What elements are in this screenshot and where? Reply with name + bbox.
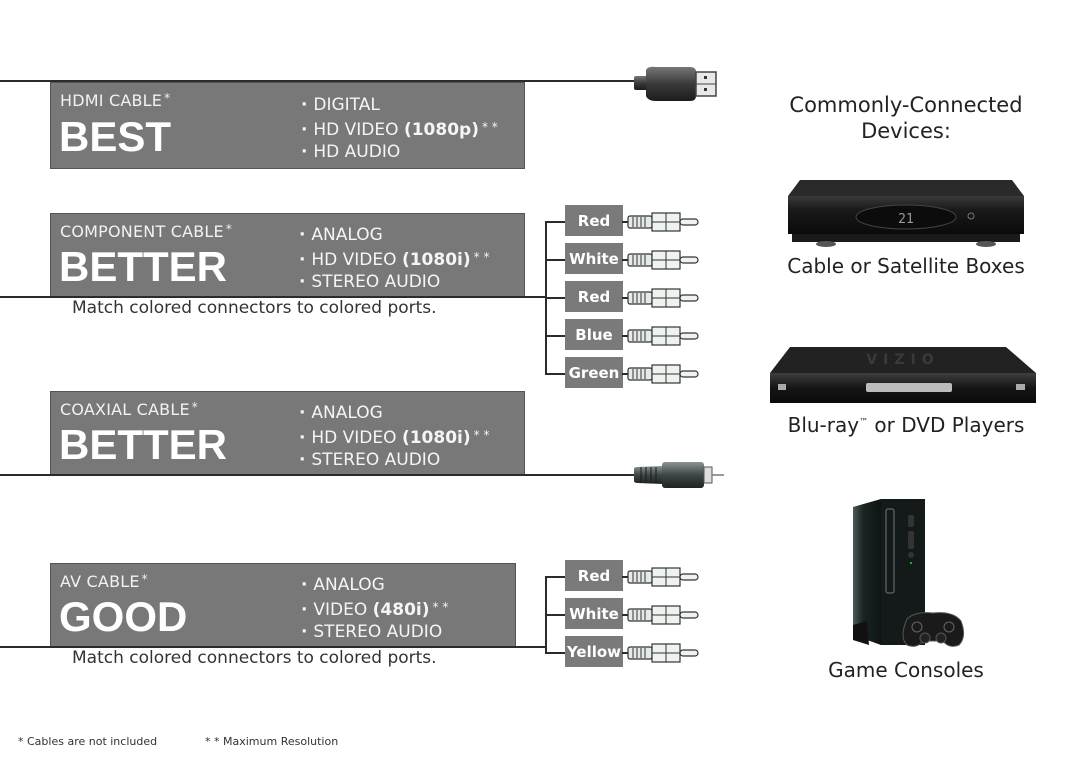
plug-color-label: White	[565, 243, 623, 276]
footnote-resolution: * * Maximum Resolution	[205, 735, 339, 748]
feature-item: STEREO AUDIO	[301, 621, 448, 643]
feature-item: HD AUDIO	[301, 141, 498, 163]
plug-branch-line	[545, 297, 567, 299]
cable-name: COAXIAL CABLE *	[60, 400, 198, 419]
cable-box-display: 21	[898, 212, 914, 227]
feature-list: ANALOG VIDEO (480i)* * STEREO AUDIO	[301, 574, 448, 643]
plug-color-label: Red	[565, 560, 623, 593]
feature-item: HD VIDEO (1080p)* *	[301, 116, 497, 141]
bluray-player-icon: VIZIO	[770, 347, 1036, 403]
coaxial-cable-line	[0, 474, 640, 476]
feature-item: ANALOG	[299, 402, 489, 424]
cable-name: AV CABLE *	[60, 572, 148, 591]
feature-list: DIGITAL HD VIDEO (1080p)* * HD AUDIO	[301, 94, 498, 163]
devices-title: Commonly-Connected Devices:	[756, 92, 1056, 144]
device-label-game-console: Game Consoles	[828, 658, 984, 682]
bluray-brand: VIZIO	[866, 352, 939, 368]
av-note: Match colored connectors to colored port…	[72, 648, 437, 668]
footnote-cables: * Cables are not included	[18, 735, 158, 748]
rca-plug-icon	[622, 567, 702, 591]
feature-item: HD VIDEO (1080i)* *	[299, 246, 489, 271]
device-label-cable-box: Cable or Satellite Boxes	[787, 254, 1025, 278]
plug-color-label: Yellow	[565, 636, 623, 669]
feature-item: STEREO AUDIO	[299, 271, 489, 293]
device-label-bluray: Blu-ray™ or DVD Players	[756, 413, 1056, 437]
feature-item: VIDEO (480i)* *	[301, 596, 448, 621]
plug-branch-line	[545, 614, 567, 616]
devices-title-line: Commonly-Connected	[789, 93, 1023, 117]
plug-branch-line	[545, 259, 567, 261]
feature-item: ANALOG	[299, 224, 489, 246]
rca-plug-icon	[622, 326, 702, 350]
component-note: Match colored connectors to colored port…	[72, 298, 437, 318]
label-text: or DVD Players	[868, 413, 1025, 437]
component-cable-panel: COMPONENT CABLE* BETTER ANALOG HD VIDEO …	[50, 213, 525, 297]
plug-color-label: Green	[565, 357, 623, 390]
feature-item: HD VIDEO (1080i)* *	[299, 424, 489, 449]
rca-plug-icon	[622, 364, 702, 388]
game-console-icon	[853, 499, 965, 647]
plug-color-label: White	[565, 598, 623, 631]
devices-title-line: Devices:	[861, 119, 951, 143]
coaxial-cable-panel: COAXIAL CABLE* BETTER ANALOG HD VIDEO (1…	[50, 391, 525, 475]
trademark: ™	[859, 417, 869, 428]
hdmi-cable-panel: HDMI CABLE* BEST DIGITAL HD VIDEO (1080p…	[50, 82, 525, 169]
rca-plug-icon	[622, 212, 702, 236]
cable-rating: BETTER	[59, 243, 227, 290]
cable-name: COMPONENT CABLE *	[60, 222, 233, 241]
feature-list: ANALOG HD VIDEO (1080i)* * STEREO AUDIO	[299, 224, 489, 293]
cable-name: HDMI CABLE *	[60, 91, 171, 110]
feature-item: ANALOG	[301, 574, 448, 596]
plug-branch-line	[545, 221, 567, 223]
plug-color-label: Red	[565, 205, 623, 238]
feature-list: ANALOG HD VIDEO (1080i)* * STEREO AUDIO	[299, 402, 489, 471]
hdmi-plug-icon	[634, 66, 717, 101]
cable-rating: BEST	[59, 113, 172, 160]
rca-plug-icon	[622, 250, 702, 274]
cable-rating: GOOD	[59, 593, 188, 640]
cable-rating: BETTER	[59, 421, 227, 468]
coaxial-plug-icon	[634, 462, 724, 488]
feature-item: STEREO AUDIO	[299, 449, 489, 471]
feature-item: DIGITAL	[301, 94, 498, 116]
plug-branch-line	[545, 335, 567, 337]
plug-color-label: Blue	[565, 319, 623, 352]
label-text: Blu-ray	[787, 413, 860, 437]
plug-branch-line	[545, 652, 567, 654]
rca-plug-icon	[622, 605, 702, 629]
plug-branch-line	[545, 373, 567, 375]
av-cable-panel: AV CABLE* GOOD ANALOG VIDEO (480i)* * ST…	[50, 563, 516, 647]
plug-branch-line	[545, 576, 567, 578]
rca-plug-icon	[622, 288, 702, 312]
rca-plug-icon	[622, 643, 702, 667]
plug-color-label: Red	[565, 281, 623, 314]
cable-box-icon: 21	[788, 180, 1024, 247]
